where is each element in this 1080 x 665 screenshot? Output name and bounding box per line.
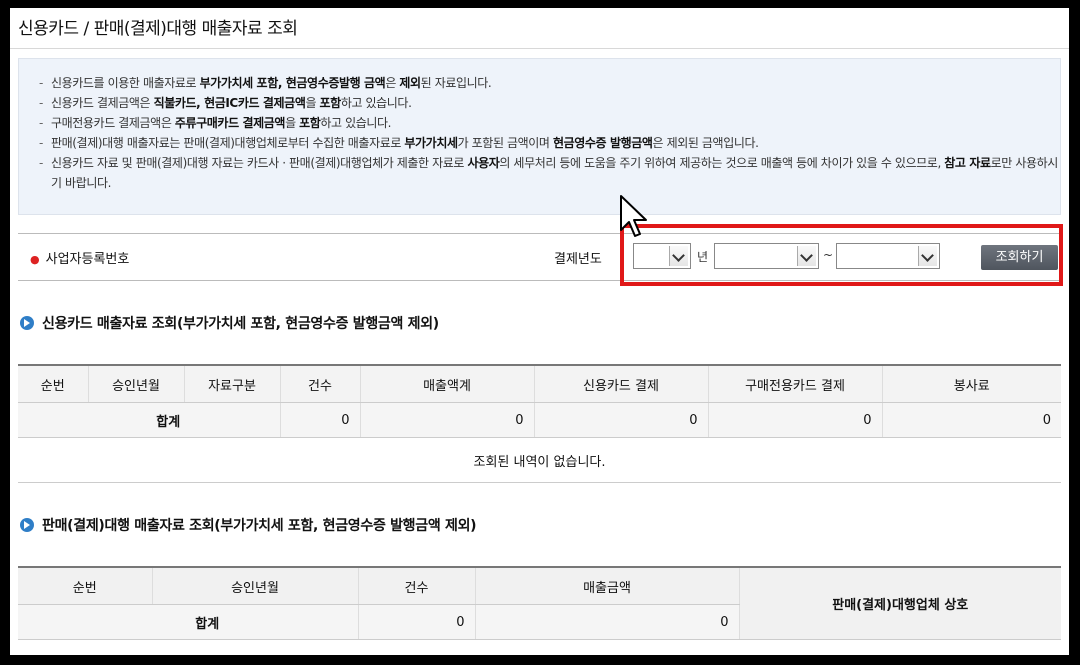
- notice-text: 신용카드 자료 및 판매(결제)대행 자료는 카드사 · 판매(결제)대행업체가…: [51, 156, 468, 170]
- col-header-merged: 판매(결제)대행업체 상호: [738, 567, 1061, 640]
- notice-text: 제외: [399, 76, 421, 90]
- sum-purchase-card: 0: [707, 402, 882, 438]
- notice-text: 판매(결제)대행 매출자료는 판매(결제)대행업체로부터 수집한 매출자료로: [51, 136, 405, 150]
- col-header: 승인년월: [87, 365, 184, 403]
- notice-text: 참고 자료: [944, 156, 991, 170]
- sum-label: 합계: [18, 604, 358, 640]
- notice-text: 주류구매카드 결제금액: [174, 116, 286, 130]
- highlight-box: [620, 224, 1063, 286]
- notice-text: 을: [305, 96, 320, 110]
- card-sales-table: 순번 승인년월 자료구분 건수 매출액계 신용카드 결제 구매전용카드 결제 봉…: [18, 364, 1061, 483]
- col-header: 순번: [18, 365, 88, 403]
- notice-text: 의 세무처리 등에 도움을 주기 위하여 제공하는 것으로 매출액 등에 차이가…: [499, 156, 945, 170]
- section1-title: 신용카드 매출자료 조회(부가가치세 포함, 현금영수증 발행금액 제외): [20, 313, 439, 333]
- notice-text: 하고 있습니다.: [320, 116, 392, 130]
- notice-item: 판매(결제)대행 매출자료는 판매(결제)대행업체로부터 수집한 매출자료로 부…: [39, 133, 1060, 153]
- table-header: 순번 승인년월 자료구분 건수 매출액계 신용카드 결제 구매전용카드 결제 봉…: [18, 365, 1061, 403]
- table-header: 순번 승인년월 건수 매출금액 판매(결제)대행업체 상호: [18, 567, 1061, 640]
- col-header: 건수: [279, 365, 360, 403]
- col-header: 승인년월: [151, 567, 358, 605]
- sum-amount: 0: [474, 604, 739, 640]
- col-header: 매출금액: [474, 567, 739, 605]
- business-no-label-text: 사업자등록번호: [45, 252, 130, 267]
- notice-text: 하고 있습니다.: [340, 96, 412, 110]
- sum-label: 합계: [18, 402, 280, 438]
- section2-title: 판매(결제)대행 매출자료 조회(부가가치세 포함, 현금영수증 발행금액 제외…: [20, 515, 477, 535]
- divider: [10, 48, 1069, 49]
- col-header: 매출액계: [359, 365, 534, 403]
- col-header: 건수: [357, 567, 475, 605]
- col-header: 순번: [18, 567, 152, 605]
- table-row-sum: 합계 0 0 0 0 0: [18, 402, 1061, 438]
- notice-item: 구매전용카드 결제금액은 주류구매카드 결제금액을 포함하고 있습니다.: [39, 113, 1060, 133]
- notice-text: 을: [285, 116, 300, 130]
- col-header: 구매전용카드 결제: [707, 365, 882, 403]
- notice-text: 부가가치세 포함, 현금영수증발행 금액: [199, 76, 386, 90]
- col-header: 신용카드 결제: [533, 365, 708, 403]
- sum-credit: 0: [533, 402, 708, 438]
- empty-message: 조회된 내역이 없습니다.: [18, 437, 1061, 483]
- notice-text: 신용카드를 이용한 매출자료로: [51, 76, 200, 90]
- notice-text: 신용카드 결제금액은: [51, 96, 154, 110]
- notice-list: 신용카드를 이용한 매출자료로 부가가치세 포함, 현금영수증발행 금액은 제외…: [19, 59, 1060, 193]
- business-no-label: ● 사업자등록번호: [30, 248, 129, 267]
- notice-box: 신용카드를 이용한 매출자료로 부가가치세 포함, 현금영수증발행 금액은 제외…: [18, 58, 1061, 215]
- notice-text: 구매전용카드 결제금액은: [51, 116, 175, 130]
- notice-text: 가 포함된 금액이며: [457, 136, 553, 150]
- notice-item: 신용카드 결제금액은 직불카드, 현금IC카드 결제금액을 포함하고 있습니다.: [39, 93, 1060, 113]
- page-title: 신용카드 / 판매(결제)대행 매출자료 조회: [18, 19, 298, 39]
- agency-sales-table: 순번 승인년월 건수 매출금액 판매(결제)대행업체 상호 합계 0 0: [18, 566, 1061, 640]
- notice-text: 사용자: [467, 156, 500, 170]
- page: 신용카드 / 판매(결제)대행 매출자료 조회 신용카드를 이용한 매출자료로 …: [10, 8, 1069, 655]
- empty-row: 조회된 내역이 없습니다.: [18, 437, 1061, 483]
- notice-text: 현금영수증 발행금액: [552, 136, 653, 150]
- bullet-icon: [20, 316, 34, 330]
- bullet-icon: [20, 518, 34, 532]
- required-icon: ●: [30, 253, 40, 266]
- year-label: 결제년도: [554, 252, 602, 267]
- notice-text: 은 제외된 금액입니다.: [652, 136, 759, 150]
- notice-item: 신용카드 자료 및 판매(결제)대행 자료는 카드사 · 판매(결제)대행업체가…: [39, 153, 1060, 193]
- mouse-cursor-icon: [620, 195, 647, 237]
- notice-text: 포함: [319, 96, 342, 110]
- sum-total: 0: [359, 402, 534, 438]
- sum-service-fee: 0: [881, 402, 1061, 438]
- notice-text: 부가가치세: [404, 136, 458, 150]
- sum-count: 0: [279, 402, 360, 438]
- sum-count: 0: [357, 604, 475, 640]
- notice-text: 은: [385, 76, 400, 90]
- notice-text: 된 자료입니다.: [420, 76, 492, 90]
- notice-text: 직불카드, 현금IC카드 결제금액: [153, 96, 306, 110]
- col-header: 봉사료: [881, 365, 1061, 403]
- notice-text: 포함: [299, 116, 321, 130]
- col-header: 자료구분: [183, 365, 280, 403]
- notice-item: 신용카드를 이용한 매출자료로 부가가치세 포함, 현금영수증발행 금액은 제외…: [39, 73, 1060, 93]
